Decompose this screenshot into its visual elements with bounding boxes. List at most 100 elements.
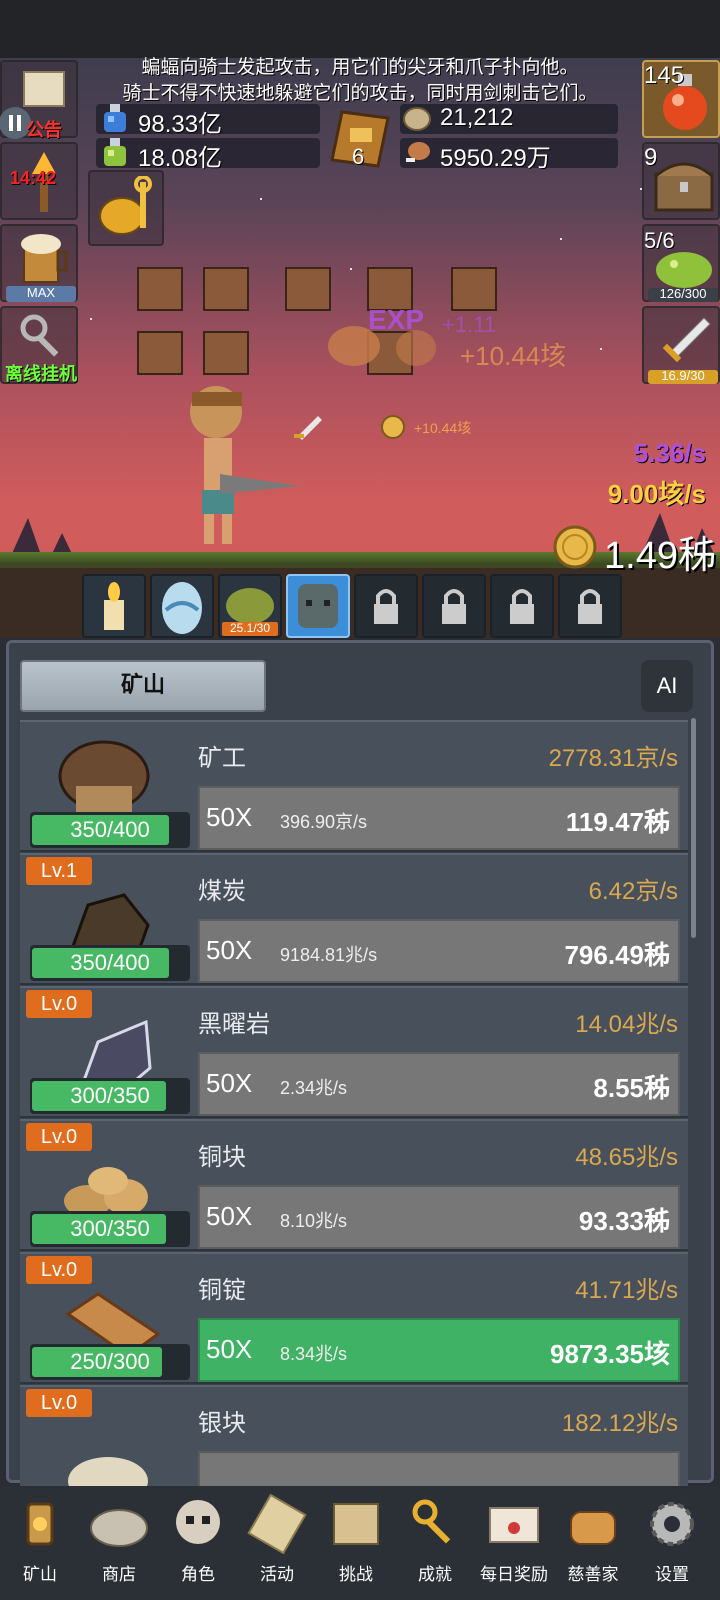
upgrade-cost: 119.47秭 [565,807,670,837]
slime-count: 5/6 [644,228,675,253]
level-badge: Lv.0 [26,1256,92,1284]
slime-pet-icon [226,588,274,624]
pet-slot-candle[interactable] [82,574,146,638]
gear-icon [650,1502,694,1546]
padlock-icon [510,589,534,624]
nav-label: 角色 [181,1565,215,1585]
level-badge: Lv.0 [26,990,92,1018]
meat-value: 5950.29万 [440,145,551,172]
stone-icon [90,1509,148,1547]
blue-potion-value: 98.33亿 [138,111,223,138]
blue-potion-icon [104,104,126,132]
resource-rate: 48.65兆/s [575,1144,678,1171]
resource-name: 煤炭 [198,877,246,905]
bread-icon [570,1511,616,1545]
treasure-chest-icon [654,162,714,212]
ale-button[interactable]: MAX [0,224,78,302]
story-line-1: 蝙蝠向骑士发起攻击，用它们的尖牙和爪子扑向他。 [141,56,579,78]
nav-label: 商店 [102,1565,136,1585]
pet-slot-egg[interactable] [150,574,214,638]
mine-row[interactable]: Lv.0 300/350 铜块 48.65兆/s 50X 8.10兆/s 93.33秭 [20,1119,688,1251]
upgrade-button[interactable]: 50X 396.90京/s 119.47秭 [198,786,680,850]
nav-item[interactable]: 成就 [395,1490,475,1590]
upgrade-multiplier: 50X [206,935,253,965]
resource-name: 铜块 [198,1143,246,1171]
resource-name: 铜锭 [198,1276,246,1304]
gold-coin-icon [553,525,597,569]
mine-row[interactable]: Lv.0 250/300 铜锭 41.71兆/s 50X 8.34兆/s 9873.35垓 [20,1252,688,1384]
gold-total: 1.49秭 [604,535,716,577]
slime-button[interactable]: 5/6 126/300 [642,224,720,302]
golden-key-button[interactable] [88,170,164,246]
resource-rate: 14.04兆/s [575,1011,678,1038]
nav-item[interactable]: 设置 [632,1490,712,1590]
letter-icon [489,1507,539,1543]
capacity-bar: 250/300 [30,1344,190,1380]
padlock-icon [442,589,466,624]
capacity-text: 350/400 [70,817,150,842]
upgrade-button[interactable]: 50X 8.10兆/s 93.33秭 [198,1185,680,1249]
nav-item[interactable]: 慈善家 [553,1490,633,1590]
skull-icon [176,1500,220,1544]
pet-slot-locked-2[interactable] [422,574,486,638]
upgrade-button[interactable]: 50X 2.34兆/s 8.55秭 [198,1052,680,1116]
mine-row[interactable]: Lv.1 350/400 煤炭 6.42京/s 50X 9184.81兆/s 796.49秭 [20,853,688,985]
offline-idle-button[interactable]: 离线挂机 [0,306,78,384]
golden-lock-icon [99,176,152,235]
meat-icon [406,142,430,162]
green-potion-counter: 18.08亿 [96,138,320,172]
notice-button[interactable]: 公告 [0,60,78,140]
pet-slot-locked-3[interactable] [490,574,554,638]
upgrade-cost: 8.55秭 [593,1073,670,1103]
mine-row[interactable]: Lv.0 银块 182.12兆/s [20,1385,688,1495]
nav-label: 成就 [418,1565,452,1585]
nav-item[interactable]: 矿山 [0,1490,80,1590]
padlock-icon [578,589,602,624]
status-bar [0,0,720,58]
capacity-text: 300/350 [70,1216,150,1241]
upgrade-cost: 796.49秭 [564,940,670,970]
silver-value: 21,212 [440,104,514,131]
mine-row[interactable]: 350/400 矿工 2778.31京/s 50X 396.90京/s 119.47秭 [20,720,688,852]
torch-button[interactable]: 14:42 [0,142,78,220]
upgrade-button[interactable]: 50X 9184.81兆/s 796.49秭 [198,919,680,983]
upgrade-button[interactable]: 50X 8.34兆/s 9873.35垓 [198,1318,680,1382]
panel-scrollbar[interactable] [691,718,696,938]
pet-slot-slime[interactable]: 25.1/30 [218,574,282,638]
sword-progress: 16.9/30 [661,368,705,383]
upgrade-multiplier: 50X [206,1201,253,1231]
upgrade-multiplier: 50X [206,802,253,832]
resource-rate: 6.42京/s [588,878,678,905]
capacity-text: 350/400 [70,950,150,975]
nav-label: 挑战 [339,1565,373,1585]
slime-pet-level: 25.1/30 [229,621,271,635]
mine-row[interactable]: Lv.0 300/350 黑曜岩 14.04兆/s 50X 2.34兆/s 8.55秭 [20,986,688,1118]
nav-item[interactable]: 角色 [158,1490,238,1590]
upgrade-cost: 93.33秭 [578,1206,670,1236]
exp-float-value: +1.11 [442,312,497,337]
chest-button[interactable]: 9 [642,142,720,220]
nav-item[interactable]: 活动 [237,1490,317,1590]
upgrade-multiplier: 50X [206,1068,253,1098]
pet-slot-locked-4[interactable] [558,574,622,638]
nav-item[interactable]: 商店 [79,1490,159,1590]
nav-label: 设置 [655,1565,689,1585]
lantern-icon [26,1502,54,1546]
nav-item[interactable]: 挑战 [316,1490,396,1590]
slime-progress: 126/300 [659,286,707,301]
tab-mine[interactable]: 矿山 [20,660,266,712]
spellbook-count: 6 [352,144,365,169]
ai-button[interactable]: AI [641,660,693,712]
nav-item[interactable]: 每日奖励 [474,1490,554,1590]
capacity-bar: 300/350 [30,1211,190,1247]
spellbook-button[interactable]: 6 [328,108,392,170]
pet-slot-locked-1[interactable] [354,574,418,638]
upgrade-cost: 9873.35垓 [550,1339,670,1369]
potion-shop-button[interactable]: 145 [642,60,720,138]
notice-label: 公告 [26,120,62,140]
sword-upgrade-button[interactable]: 16.9/30 [642,306,720,384]
candle-icon [104,582,124,630]
resource-name: 银块 [198,1409,246,1437]
resource-rate: 2778.31京/s [548,745,678,772]
pet-slot-zombie[interactable] [286,574,350,638]
